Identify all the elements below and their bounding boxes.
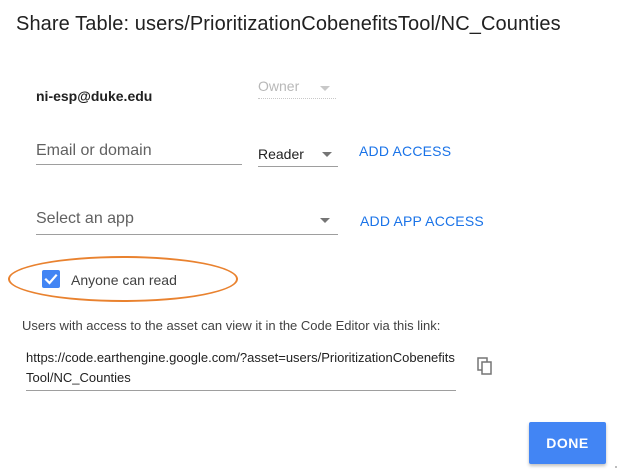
chevron-down-icon — [320, 86, 330, 91]
resize-handle — [615, 466, 617, 468]
copy-icon[interactable] — [477, 357, 493, 375]
role-select-label: Reader — [258, 146, 304, 162]
role-select[interactable]: Reader — [258, 146, 338, 167]
add-access-button[interactable]: ADD ACCESS — [359, 143, 451, 159]
app-select-placeholder: Select an app — [36, 210, 134, 227]
check-icon — [44, 273, 58, 285]
add-app-access-button[interactable]: ADD APP ACCESS — [360, 213, 484, 229]
anyone-can-read-label: Anyone can read — [71, 272, 177, 288]
asset-link-field[interactable]: https://code.earthengine.google.com/?ass… — [26, 348, 456, 391]
done-button[interactable]: DONE — [529, 422, 606, 464]
dialog-title: Share Table: users/PrioritizationCobenef… — [16, 13, 561, 35]
chevron-down-icon — [322, 152, 332, 157]
link-info-text: Users with access to the asset can view … — [22, 318, 441, 333]
chevron-down-icon — [320, 218, 330, 223]
email-or-domain-input[interactable] — [36, 138, 242, 165]
owner-email: ni-esp@duke.edu — [36, 88, 153, 104]
anyone-can-read-checkbox[interactable] — [42, 270, 60, 288]
app-select[interactable]: Select an app — [36, 208, 338, 235]
owner-role-label: Owner — [258, 78, 300, 94]
owner-role-select: Owner — [258, 78, 336, 99]
